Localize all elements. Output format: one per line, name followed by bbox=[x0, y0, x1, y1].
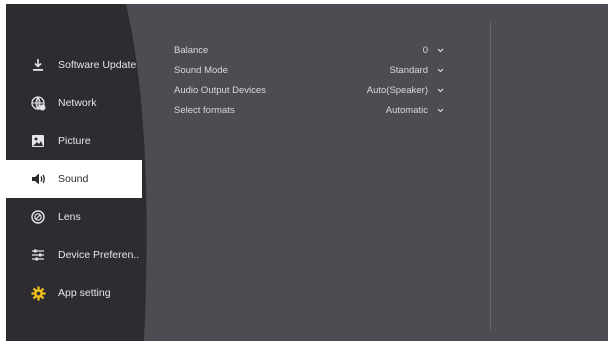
setting-value: Auto(Speaker) bbox=[366, 84, 428, 96]
gear-icon bbox=[30, 285, 46, 301]
sidebar-item-label: Picture bbox=[58, 135, 91, 147]
sidebar-menu: Software Update Network Picture Sound Le… bbox=[6, 46, 151, 312]
setting-label: Select formats bbox=[174, 104, 235, 116]
setting-row-sound-mode[interactable]: Sound Mode Standard bbox=[174, 60, 446, 80]
sidebar-item-network[interactable]: Network bbox=[6, 84, 151, 122]
globe-settings-icon bbox=[30, 95, 46, 111]
chevron-down-icon bbox=[434, 104, 446, 116]
sound-settings-list: Balance 0 Sound Mode Standard Audio Outp… bbox=[174, 40, 446, 120]
setting-row-select-formats[interactable]: Select formats Automatic bbox=[174, 100, 446, 120]
image-icon bbox=[30, 133, 46, 149]
sidebar-item-label: Network bbox=[58, 97, 97, 109]
sidebar-item-label: Device Preferen.. bbox=[58, 249, 140, 261]
setting-label: Sound Mode bbox=[174, 64, 228, 76]
setting-row-balance[interactable]: Balance 0 bbox=[174, 40, 446, 60]
tv-settings-screen: Software Update Network Picture Sound Le… bbox=[6, 4, 608, 341]
sidebar-item-label: Software Update bbox=[58, 59, 137, 71]
setting-value-group: Automatic bbox=[386, 104, 446, 116]
sidebar-item-picture[interactable]: Picture bbox=[6, 122, 151, 160]
sidebar-item-label: Sound bbox=[58, 173, 89, 185]
chevron-down-icon bbox=[434, 44, 446, 56]
setting-value-group: Standard bbox=[389, 64, 446, 76]
setting-label: Balance bbox=[174, 44, 209, 56]
setting-value-group: 0 bbox=[423, 44, 446, 56]
lens-icon bbox=[30, 209, 46, 225]
sidebar-item-label: Lens bbox=[58, 211, 81, 223]
sidebar-item-software-update[interactable]: Software Update bbox=[6, 46, 151, 84]
sidebar-item-label: App setting bbox=[58, 287, 111, 299]
setting-row-audio-output-devices[interactable]: Audio Output Devices Auto(Speaker) bbox=[174, 80, 446, 100]
setting-value-group: Auto(Speaker) bbox=[367, 84, 446, 96]
panel-divider bbox=[490, 22, 491, 330]
sidebar-item-sound[interactable]: Sound bbox=[6, 160, 142, 198]
sliders-icon bbox=[30, 247, 46, 263]
setting-value: 0 bbox=[422, 44, 428, 56]
speaker-icon bbox=[30, 171, 46, 187]
sidebar-item-app-setting[interactable]: App setting bbox=[6, 274, 151, 312]
sidebar-item-lens[interactable]: Lens bbox=[6, 198, 151, 236]
setting-value: Standard bbox=[389, 64, 428, 76]
setting-label: Audio Output Devices bbox=[174, 84, 266, 96]
sidebar-item-device-preferences[interactable]: Device Preferen.. bbox=[6, 236, 151, 274]
setting-value: Automatic bbox=[385, 104, 428, 116]
chevron-down-icon bbox=[434, 64, 446, 76]
download-icon bbox=[30, 57, 46, 73]
chevron-down-icon bbox=[434, 84, 446, 96]
